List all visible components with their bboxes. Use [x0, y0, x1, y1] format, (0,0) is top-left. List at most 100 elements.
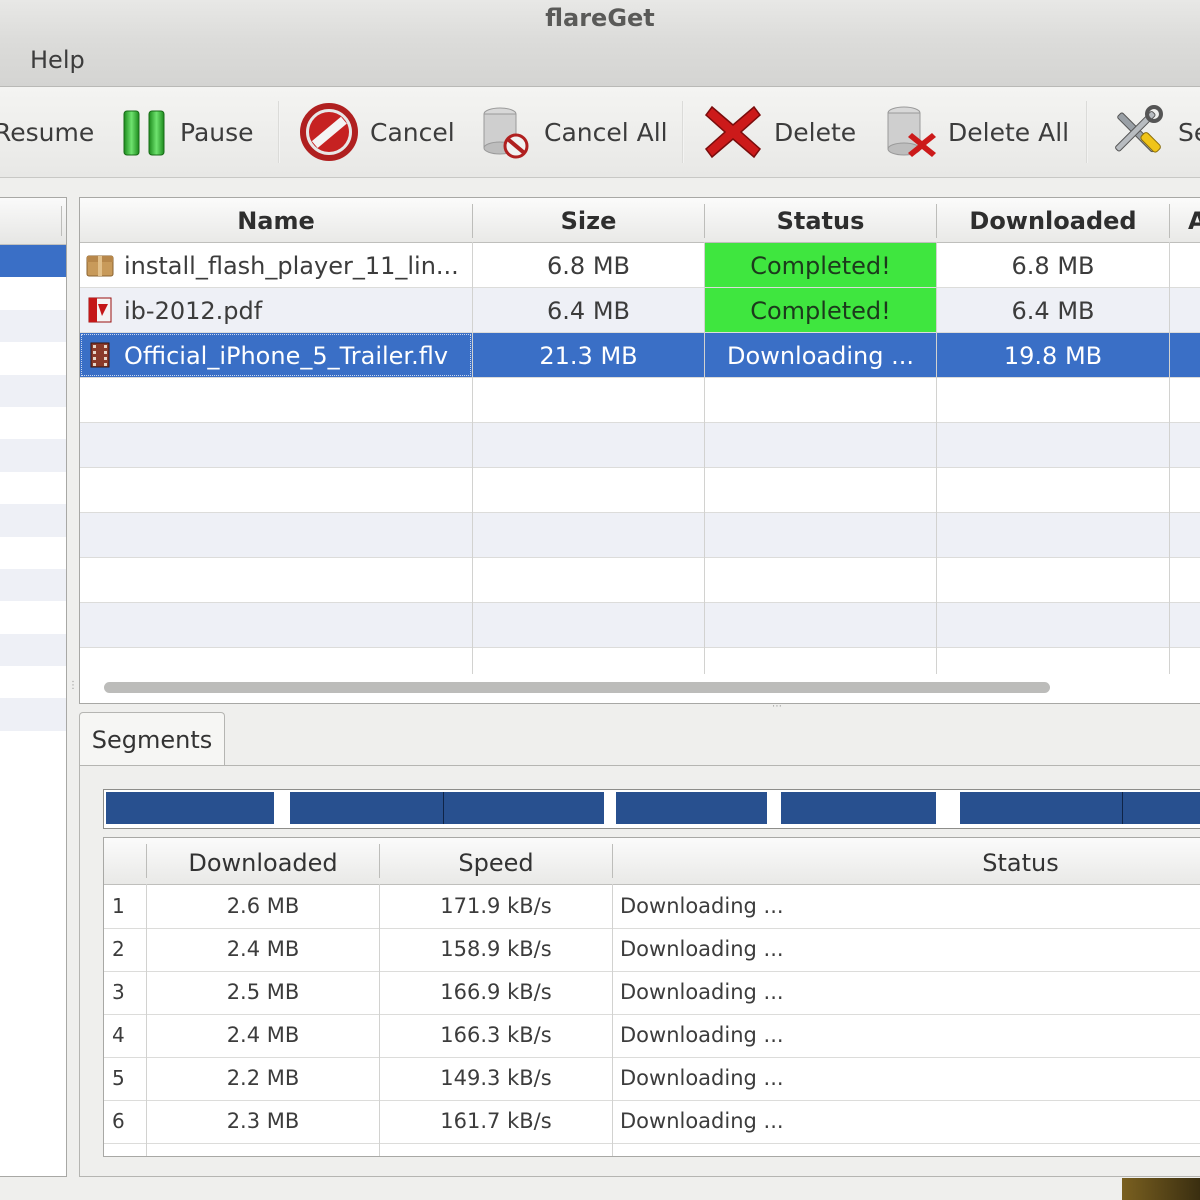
segment-downloaded: 2.4 MB — [226, 937, 300, 961]
tools-icon — [1115, 105, 1163, 153]
pause-button[interactable]: Pause — [122, 87, 254, 177]
segments-progress-bar — [103, 789, 1200, 829]
download-downloaded: 6.8 MB — [1011, 252, 1095, 280]
category-item[interactable] — [0, 439, 66, 472]
download-row-selected[interactable]: Official_iPhone_5_Trailer.flv 21.3 MB Do… — [80, 333, 1200, 378]
segment-fill — [290, 792, 604, 824]
download-size: 6.4 MB — [547, 297, 630, 325]
splitter-grip[interactable]: ⋯ — [772, 701, 782, 712]
segment-row[interactable]: 4 2.4 MB 166.3 kB/s Downloading ... — [104, 1014, 1200, 1058]
segment-downloaded: 2.5 MB — [226, 980, 300, 1004]
category-item[interactable] — [0, 472, 66, 504]
segments-table: Downloaded Speed Status 1 2.6 MB 171.9 k… — [103, 837, 1200, 1157]
segment-fill — [106, 792, 274, 824]
column-header-downloaded[interactable]: Downloaded — [937, 198, 1169, 242]
segment-status: Downloading ... — [620, 980, 784, 1004]
tab-segments[interactable]: Segments — [79, 712, 225, 767]
empty-row — [80, 558, 1200, 603]
settings-button[interactable]: Se — [1106, 87, 1200, 177]
download-name: ib-2012.pdf — [124, 297, 263, 325]
segment-index: 6 — [112, 1109, 125, 1133]
segment-index: 1 — [112, 894, 125, 918]
download-size: 21.3 MB — [539, 342, 638, 370]
category-item[interactable] — [0, 601, 66, 633]
category-pane[interactable] — [0, 197, 67, 1177]
segment-column-downloaded[interactable]: Downloaded — [147, 838, 379, 884]
segment-status: Downloading ... — [620, 894, 784, 918]
download-row[interactable]: install_flash_player_11_lin... 6.8 MB Co… — [80, 243, 1200, 288]
segment-speed: 158.9 kB/s — [440, 937, 552, 961]
segment-index: 2 — [112, 937, 125, 961]
download-status: Completed! — [705, 288, 936, 332]
column-header-status[interactable]: Status — [705, 198, 936, 242]
segment-speed: 166.9 kB/s — [440, 980, 552, 1004]
category-item[interactable] — [0, 407, 66, 439]
segment-row[interactable]: 5 2.2 MB 149.3 kB/s Downloading ... — [104, 1057, 1200, 1101]
segment-row[interactable]: 3 2.5 MB 166.9 kB/s Downloading ... — [104, 971, 1200, 1015]
segment-row[interactable]: 1 2.6 MB 171.9 kB/s Downloading ... — [104, 885, 1200, 929]
delete-all-label: Delete All — [948, 117, 1070, 147]
download-downloaded: 19.8 MB — [1003, 342, 1103, 370]
segment-status: Downloading ... — [620, 1109, 784, 1133]
delete-icon — [704, 105, 762, 159]
segment-row[interactable]: 2 2.4 MB 158.9 kB/s Downloading ... — [104, 928, 1200, 972]
category-item[interactable] — [0, 698, 66, 731]
download-name: install_flash_player_11_lin... — [124, 252, 459, 280]
column-header-extra[interactable]: A — [1170, 198, 1200, 242]
desktop-background — [1122, 1178, 1200, 1200]
segments-panel: Downloaded Speed Status 1 2.6 MB 171.9 k… — [79, 765, 1200, 1177]
segment-status: Downloading ... — [620, 1066, 784, 1090]
column-header-size[interactable]: Size — [473, 198, 704, 242]
cancel-icon — [300, 103, 358, 161]
category-item[interactable] — [0, 568, 66, 602]
category-item[interactable] — [0, 309, 66, 343]
empty-row — [80, 378, 1200, 423]
empty-row — [80, 648, 1200, 674]
column-header-name[interactable]: Name — [80, 198, 472, 242]
segment-downloaded: 2.3 MB — [226, 1109, 300, 1133]
cancel-all-icon — [483, 107, 529, 159]
segment-downloaded: 2.2 MB — [226, 1066, 300, 1090]
empty-row — [80, 468, 1200, 513]
segment-speed: 149.3 kB/s — [440, 1066, 552, 1090]
category-item[interactable] — [0, 245, 66, 278]
segment-status: Downloading ... — [620, 937, 784, 961]
toolbar: Resume Pause Cancel Cancel All Delete De… — [0, 87, 1200, 178]
segment-speed: 171.9 kB/s — [440, 894, 552, 918]
downloads-table-header: Name Size Status Downloaded A — [80, 198, 1200, 243]
resume-button[interactable]: Resume — [0, 87, 94, 177]
empty-row — [80, 603, 1200, 648]
resume-label: Resume — [0, 117, 95, 147]
delete-label: Delete — [774, 117, 857, 147]
delete-button[interactable]: Delete — [704, 87, 856, 177]
category-item[interactable] — [0, 374, 66, 407]
segment-column-speed[interactable]: Speed — [380, 838, 612, 884]
category-item[interactable] — [0, 504, 66, 537]
category-item[interactable] — [0, 277, 66, 309]
delete-all-icon — [887, 106, 936, 157]
category-item[interactable] — [0, 537, 66, 569]
category-item[interactable] — [0, 666, 66, 698]
empty-row — [80, 423, 1200, 468]
menu-help[interactable]: Help — [30, 46, 85, 74]
downloads-table: Name Size Status Downloaded A install_fl… — [79, 197, 1200, 704]
cancel-all-button[interactable]: Cancel All — [480, 87, 668, 177]
cancel-label: Cancel — [370, 117, 455, 147]
segment-speed: 166.3 kB/s — [440, 1023, 552, 1047]
category-item[interactable] — [0, 342, 66, 374]
download-row[interactable]: ib-2012.pdf 6.4 MB Completed! 6.4 MB — [80, 288, 1200, 333]
segment-row[interactable]: 6 2.3 MB 161.7 kB/s Downloading ... — [104, 1100, 1200, 1144]
download-downloaded: 6.4 MB — [1011, 297, 1095, 325]
segment-speed: 161.7 kB/s — [440, 1109, 552, 1133]
segment-fill — [616, 792, 767, 824]
toolbar-separator — [278, 101, 280, 163]
category-header — [0, 198, 66, 245]
horizontal-scrollbar[interactable] — [104, 682, 1050, 693]
splitter-grip[interactable]: ⋮ — [68, 680, 78, 691]
cancel-button[interactable]: Cancel — [300, 87, 455, 177]
delete-all-button[interactable]: Delete All — [884, 87, 1069, 177]
category-item[interactable] — [0, 633, 66, 667]
window-title: flareGet — [545, 4, 655, 32]
segment-column-status[interactable]: Status — [613, 838, 1200, 884]
segment-fill — [960, 792, 1200, 824]
